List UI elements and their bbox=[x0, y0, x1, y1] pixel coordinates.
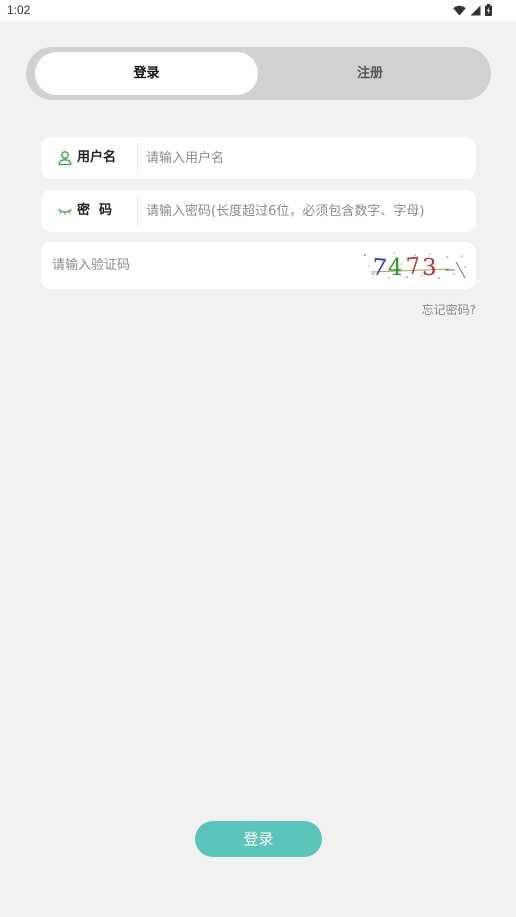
captcha-input[interactable] bbox=[52, 242, 352, 289]
username-label: 用户名 bbox=[77, 150, 117, 165]
login-button[interactable]: 登录 bbox=[195, 821, 322, 857]
captcha-char: 7 bbox=[371, 254, 388, 281]
captcha-char: 3 bbox=[422, 255, 437, 281]
password-field: 密 码 bbox=[41, 190, 476, 232]
captcha-char: 4 bbox=[388, 255, 403, 281]
captcha-char: 7 bbox=[405, 253, 422, 280]
password-input[interactable] bbox=[146, 190, 466, 232]
captcha-image[interactable]: 7 4 7 3 bbox=[361, 249, 469, 282]
forgot-password-link[interactable]: 忘记密码? bbox=[422, 301, 476, 318]
captcha-field: 7 4 7 3 bbox=[41, 242, 476, 289]
username-input[interactable] bbox=[146, 137, 466, 179]
username-field: 用户名 bbox=[41, 137, 476, 179]
user-icon bbox=[58, 151, 72, 166]
tab-register[interactable]: 注册 bbox=[259, 52, 481, 95]
battery-icon bbox=[485, 4, 492, 16]
field-divider bbox=[137, 196, 138, 226]
eye-closed-icon[interactable] bbox=[57, 203, 73, 219]
field-divider bbox=[137, 143, 138, 173]
status-time: 1:02 bbox=[7, 3, 31, 17]
password-label: 密 码 bbox=[77, 203, 113, 218]
status-icons bbox=[453, 4, 492, 16]
wifi-icon bbox=[453, 5, 466, 15]
login-register-tabs: 登录 注册 bbox=[26, 47, 491, 100]
cellular-signal-icon bbox=[470, 5, 481, 15]
tab-login[interactable]: 登录 bbox=[35, 52, 258, 95]
status-bar: 1:02 bbox=[0, 0, 516, 21]
